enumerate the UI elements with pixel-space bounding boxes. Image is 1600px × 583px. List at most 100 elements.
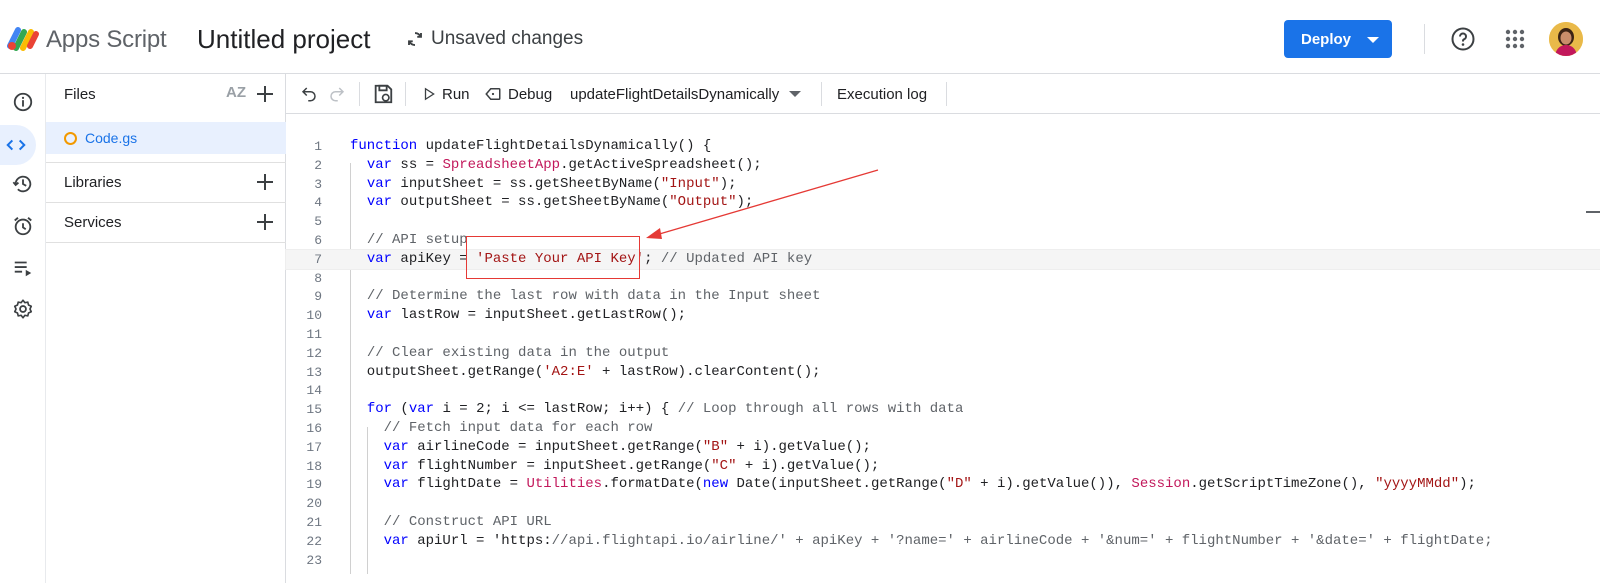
avatar[interactable] <box>1549 22 1583 56</box>
overview-button[interactable] <box>0 82 46 122</box>
code-line[interactable]: 1 function updateFlightDetailsDynamically… <box>286 137 1600 156</box>
triggers-button[interactable] <box>0 206 46 246</box>
code-line[interactable]: 3 var inputSheet = ss.getSheetByName("In… <box>286 175 1600 194</box>
google-apps-icon[interactable] <box>1503 27 1527 51</box>
code-text: // API setup <box>366 232 468 248</box>
line-number: 20 <box>306 496 322 512</box>
code-line[interactable]: 12 // Clear existing data in the output <box>286 344 1600 363</box>
redo-button[interactable] <box>328 74 346 114</box>
help-icon[interactable] <box>1450 26 1476 52</box>
files-panel: Files AZ Code.gs Libraries Services <box>46 74 286 583</box>
project-settings-button[interactable] <box>0 289 46 329</box>
function-select-value: updateFlightDetailsDynamically <box>570 85 780 103</box>
sync-icon <box>408 32 422 46</box>
line-number: 4 <box>314 195 322 211</box>
gear-icon <box>13 299 33 319</box>
scrollbar-marker[interactable] <box>1586 211 1600 213</box>
code-line[interactable]: 20 <box>286 494 1600 513</box>
line-number: 12 <box>306 345 322 361</box>
app-name[interactable]: Apps Script <box>46 26 167 54</box>
line-number: 19 <box>306 477 322 493</box>
code-text: var lastRow = inputSheet.getLastRow(); <box>366 307 687 324</box>
code-line[interactable]: 16 // Fetch input data for each row <box>286 419 1600 438</box>
project-history-button[interactable] <box>0 164 46 204</box>
code-text: // Construct API URL <box>383 514 552 530</box>
deploy-label: Deploy <box>1301 30 1352 48</box>
top-bar: Apps Script Untitled project Unsaved cha… <box>0 0 1600 74</box>
sort-files-button[interactable]: AZ <box>226 84 246 101</box>
code-line[interactable]: 17 var airlineCode = inputSheet.getRange… <box>286 438 1600 457</box>
line-number: 22 <box>306 533 322 549</box>
code-text: for (var i = 2; i <= lastRow; i++) { // … <box>366 401 964 418</box>
divider <box>405 82 406 106</box>
execution-log-label: Execution log <box>837 85 928 103</box>
save-status-text: Unsaved changes <box>431 28 584 49</box>
code-text: outputSheet.getRange('A2:E' + lastRow).c… <box>350 363 821 380</box>
code-line[interactable]: 2 var ss = SpreadsheetApp.getActiveSprea… <box>286 156 1600 175</box>
code-line[interactable]: 18 var flightNumber = inputSheet.getRang… <box>286 457 1600 476</box>
line-number: 6 <box>314 233 322 248</box>
libraries-header[interactable]: Libraries <box>46 162 286 202</box>
line-number: 8 <box>314 270 322 286</box>
undo-button[interactable] <box>300 74 318 114</box>
file-item-code-gs[interactable]: Code.gs <box>46 122 286 154</box>
code-text: var apiUrl = 'https://api.flightapi.io/a… <box>383 532 1493 549</box>
line-number: 7 <box>314 251 322 267</box>
executions-button[interactable] <box>0 248 46 288</box>
divider <box>46 242 286 243</box>
function-select[interactable]: updateFlightDetailsDynamically <box>570 74 802 114</box>
apps-script-logo[interactable] <box>6 24 40 52</box>
code-line[interactable]: 15 for (var i = 2; i <= lastRow; i++) { … <box>286 400 1600 419</box>
divider <box>359 82 360 106</box>
unsaved-dot-icon <box>64 131 77 145</box>
add-service-icon[interactable] <box>254 211 276 233</box>
debug-icon <box>485 88 501 100</box>
code-line[interactable]: 5 <box>286 212 1600 231</box>
undo-icon <box>301 87 316 102</box>
line-number: 18 <box>306 458 322 474</box>
save-icon <box>374 84 393 104</box>
services-header[interactable]: Services <box>46 202 286 242</box>
code-editor[interactable]: 1 function updateFlightDetailsDynamically… <box>285 114 1600 583</box>
line-number: 9 <box>314 289 322 305</box>
code-line[interactable]: 23 <box>286 551 1600 570</box>
code-text: // Fetch input data for each row <box>383 420 653 436</box>
play-icon <box>424 87 435 101</box>
code-line[interactable]: 21 // Construct API URL <box>286 513 1600 532</box>
code-line[interactable]: 4 var outputSheet = ss.getSheetByName("O… <box>286 193 1600 212</box>
divider <box>1424 24 1425 54</box>
line-number: 17 <box>306 439 322 455</box>
code-text: // Clear existing data in the output <box>366 344 670 361</box>
file-name: Code.gs <box>85 130 138 146</box>
code-text: // Determine the last row with data in t… <box>366 288 821 305</box>
line-number: 3 <box>314 176 322 192</box>
divider <box>821 82 822 106</box>
debug-button[interactable]: Debug <box>484 74 552 114</box>
code-line[interactable]: 9 // Determine the last row with data in… <box>286 287 1600 306</box>
line-number: 5 <box>314 214 322 230</box>
code-line[interactable]: 19 var flightDate = Utilities.formatDate… <box>286 475 1600 494</box>
line-number: 14 <box>306 383 322 399</box>
code-line[interactable]: 11 <box>286 325 1600 344</box>
code-line[interactable]: 10 var lastRow = inputSheet.getLastRow()… <box>286 306 1600 325</box>
add-library-icon[interactable] <box>254 171 276 193</box>
code-line[interactable]: 22 var apiUrl = 'https://api.flightapi.i… <box>286 532 1600 551</box>
line-number: 1 <box>314 139 322 154</box>
redo-icon <box>330 87 345 102</box>
save-status: Unsaved changes <box>406 28 583 50</box>
project-title[interactable]: Untitled project <box>197 24 370 55</box>
add-file-icon[interactable] <box>254 83 276 105</box>
code-line[interactable]: 13 outputSheet.getRange('A2:E' + lastRow… <box>286 363 1600 382</box>
line-number: 10 <box>306 308 322 324</box>
save-button[interactable] <box>372 74 394 114</box>
editor-button[interactable] <box>0 125 36 165</box>
services-label: Services <box>64 213 122 231</box>
code-line[interactable]: 14 <box>286 381 1600 400</box>
chevron-down-icon <box>1367 37 1379 43</box>
deploy-button[interactable]: Deploy <box>1284 20 1392 58</box>
execution-log-button[interactable]: Execution log <box>837 74 927 114</box>
files-label: Files <box>64 85 96 103</box>
run-button[interactable]: Run <box>422 74 470 114</box>
chevron-down-icon <box>789 91 802 97</box>
code-text: var flightDate = Utilities.formatDate(ne… <box>383 476 1476 493</box>
